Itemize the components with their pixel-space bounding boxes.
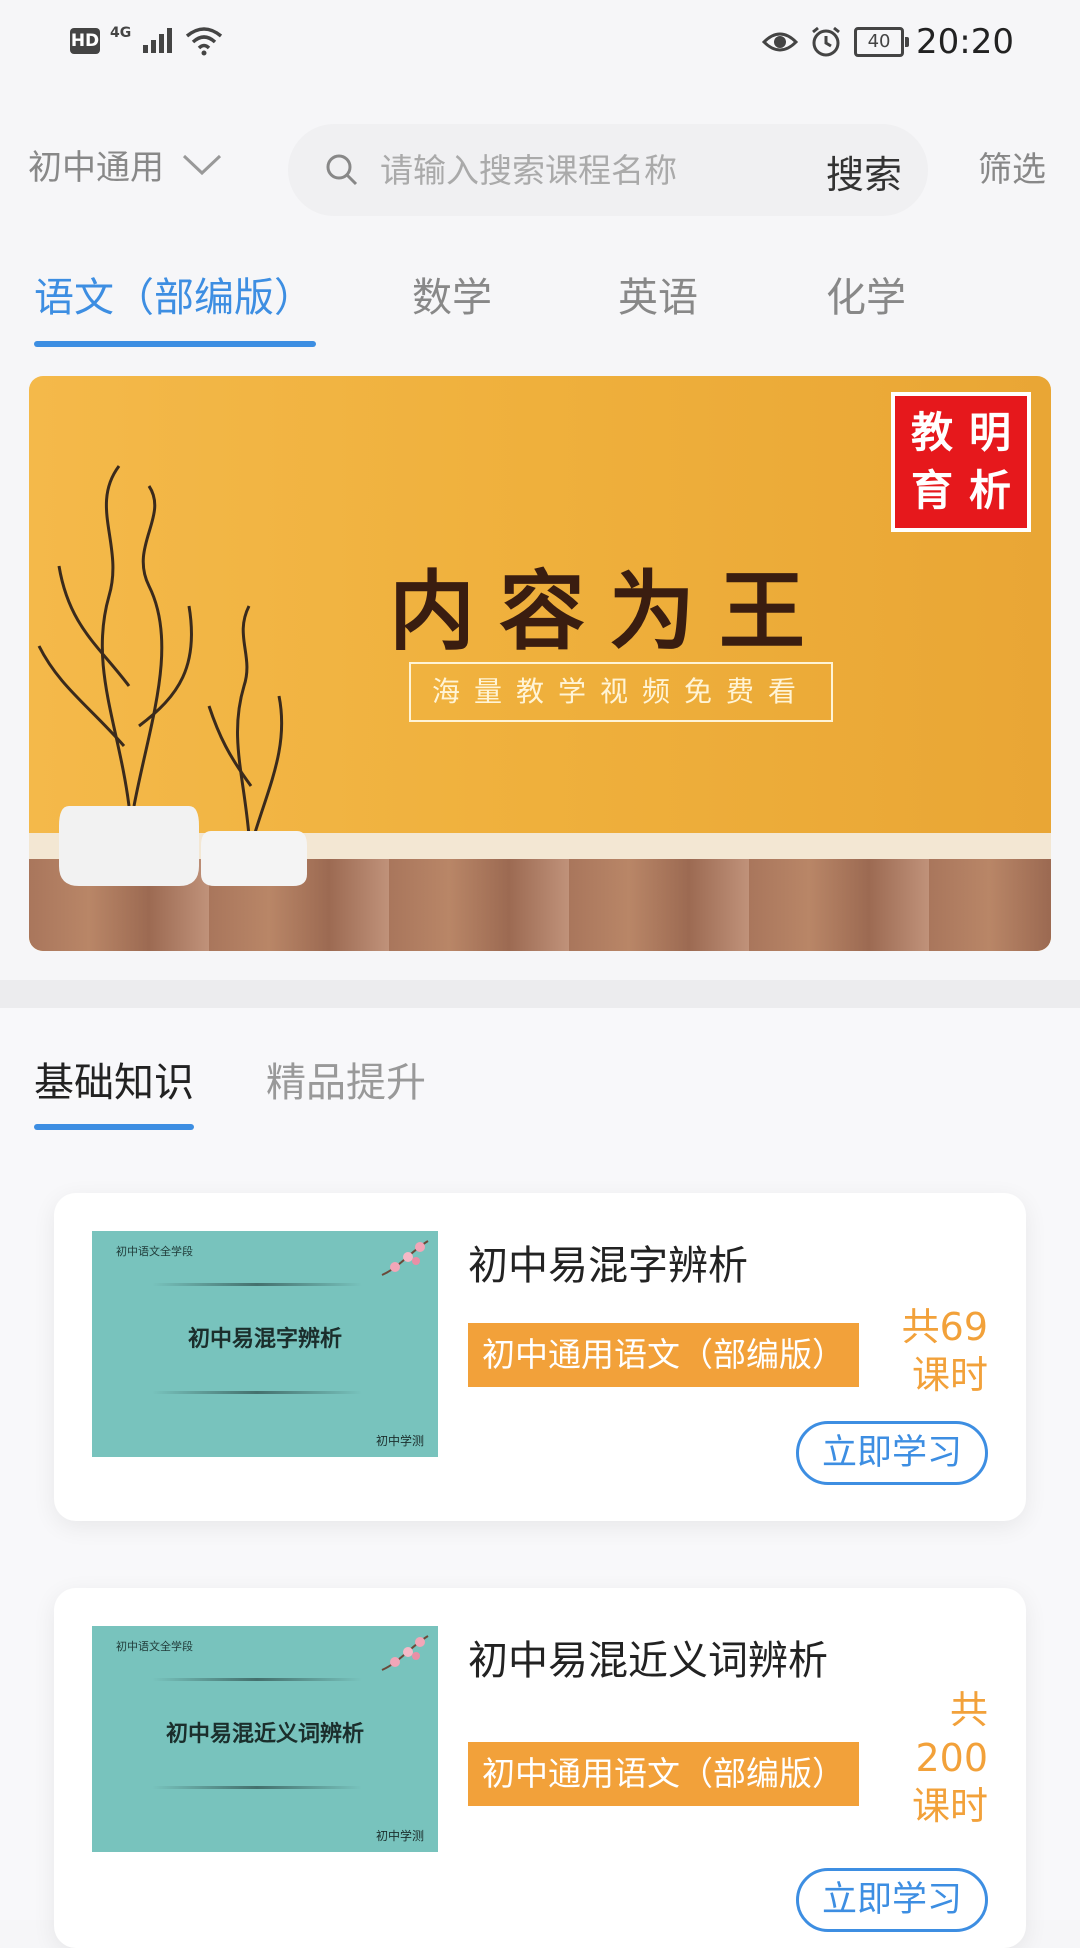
tab-chinese[interactable]: 语文（部编版）	[34, 265, 314, 323]
thumbnail-footer: 初中学测	[375, 1829, 424, 1843]
tab-basic-knowledge[interactable]: 基础知识	[34, 1050, 194, 1108]
tab-premium-improvement[interactable]: 精品提升	[266, 1050, 426, 1108]
hours-prefix: 共	[949, 1688, 988, 1732]
grade-label: 初中通用	[28, 148, 164, 188]
course-title: 初中易混字辨析	[468, 1243, 748, 1289]
blossom-icon	[381, 1240, 429, 1276]
status-left: HD 4G	[70, 25, 223, 56]
thumbnail-tag: 初中语文全学段	[116, 1245, 193, 1258]
thumbnail-rule	[152, 1678, 362, 1681]
hd-badge: HD	[70, 28, 100, 54]
thumbnail-title: 初中易混近义词辨析	[165, 1722, 364, 1747]
seal-char: 育	[910, 466, 953, 515]
course-tag: 初中通用语文（部编版）	[468, 1742, 859, 1806]
study-now-button[interactable]: 立即学习	[796, 1868, 988, 1932]
top-toolbar: 初中通用 搜索 筛选	[0, 90, 1080, 230]
blossom-icon	[381, 1635, 429, 1671]
hours-unit: 课时	[911, 1353, 988, 1397]
eye-icon	[762, 32, 799, 52]
course-title: 初中易混近义词辨析	[468, 1638, 828, 1684]
course-card[interactable]: 初中语文全学段 初中易混近义词辨析 初中学测 初中易混近义词辨析 初中通用语文（…	[54, 1588, 1026, 1948]
thumbnail-title: 初中易混字辨析	[187, 1327, 342, 1352]
banner-subtitle: 海量教学视频免费看	[409, 662, 833, 722]
seal-char: 析	[968, 466, 1011, 515]
seal-char: 教	[910, 408, 953, 457]
filter-button[interactable]: 筛选	[978, 142, 1046, 191]
category-tabs: 基础知识 精品提升	[0, 1030, 1080, 1140]
search-button[interactable]: 搜索	[826, 144, 902, 199]
course-hours: 共 200 课时	[888, 1686, 988, 1830]
thumbnail-tag: 初中语文全学段	[116, 1640, 193, 1653]
search-input[interactable]	[378, 146, 782, 194]
search-box: 搜索	[288, 124, 928, 216]
active-category-indicator	[34, 1124, 194, 1130]
tab-english[interactable]: 英语	[618, 265, 698, 323]
thumbnail-footer: 初中学测	[375, 1434, 424, 1448]
course-card[interactable]: 初中语文全学段 初中易混字辨析 初中学测 初中易混字辨析 初中通用语文（部编版）…	[54, 1193, 1026, 1521]
course-hours: 共69 课时	[888, 1303, 988, 1399]
subject-tabs: 语文（部编版） 数学 英语 化学	[0, 255, 1080, 355]
status-bar: HD 4G 40 20:20	[0, 0, 1080, 90]
network-type: 4G	[110, 25, 132, 41]
chevron-down-icon	[182, 154, 222, 175]
alarm-icon	[812, 26, 840, 57]
thumbnail-rule	[152, 1283, 362, 1286]
hours-unit: 课时	[911, 1784, 988, 1828]
wifi-icon	[186, 27, 223, 56]
thumbnail-rule	[152, 1786, 362, 1789]
grade-selector[interactable]: 初中通用	[28, 140, 222, 189]
study-now-button[interactable]: 立即学习	[796, 1421, 988, 1485]
search-icon	[326, 154, 358, 186]
thumbnail-rule	[152, 1391, 362, 1394]
promo-banner[interactable]: 内容为王 海量教学视频免费看 教 明 育 析	[29, 376, 1051, 951]
seal-char: 明	[968, 408, 1011, 457]
tab-chemistry[interactable]: 化学	[826, 265, 906, 323]
course-thumbnail: 初中语文全学段 初中易混字辨析 初中学测	[92, 1231, 438, 1457]
status-right: 40 20:20	[762, 22, 1014, 62]
plant-illustration	[37, 465, 307, 886]
status-time: 20:20	[916, 22, 1014, 62]
battery-indicator: 40	[854, 27, 910, 57]
course-thumbnail: 初中语文全学段 初中易混近义词辨析 初中学测	[92, 1626, 438, 1852]
hours-count: 共69	[901, 1305, 988, 1349]
banner-seal: 教 明 育 析	[891, 392, 1031, 532]
banner-title: 内容为王	[389, 562, 829, 662]
course-tag: 初中通用语文（部编版）	[468, 1323, 859, 1387]
hours-count: 200	[915, 1736, 988, 1780]
signal-icon	[143, 28, 173, 53]
active-tab-indicator	[34, 341, 316, 347]
section-divider	[0, 980, 1080, 1008]
tab-math[interactable]: 数学	[412, 265, 492, 323]
